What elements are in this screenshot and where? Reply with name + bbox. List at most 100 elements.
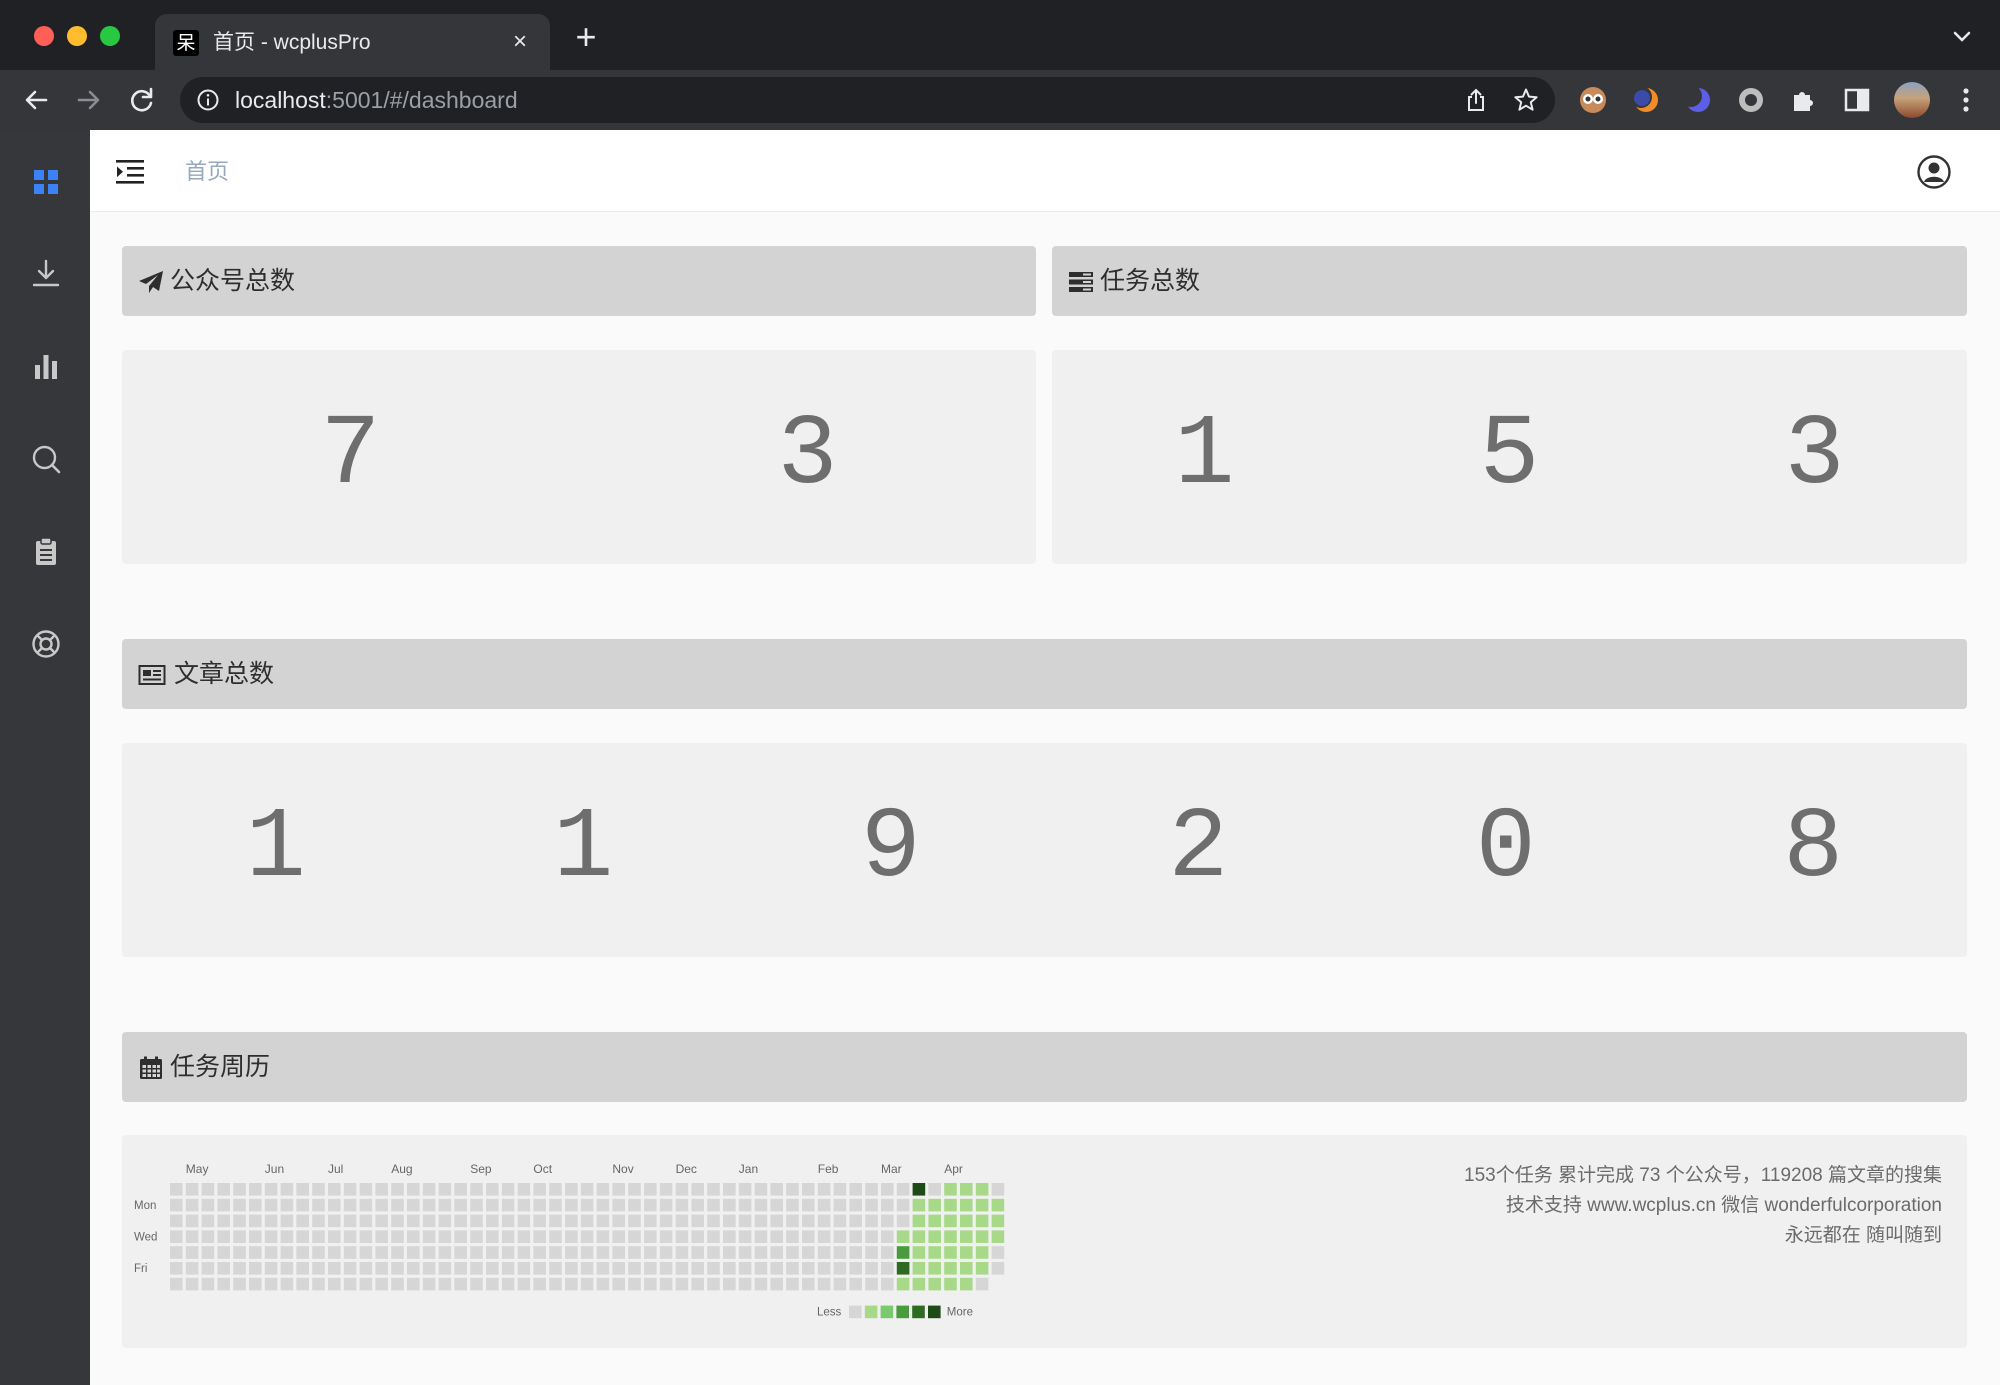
heatmap-day-cell[interactable] (896, 1246, 910, 1259)
heatmap-day-cell[interactable] (264, 1183, 278, 1196)
heatmap-day-cell[interactable] (185, 1214, 199, 1228)
heatmap-day-cell[interactable] (470, 1230, 483, 1243)
heatmap-day-cell[interactable] (201, 1246, 215, 1259)
heatmap-day-cell[interactable] (233, 1277, 246, 1291)
heatmap-day-cell[interactable] (596, 1183, 610, 1196)
heatmap-day-cell[interactable] (928, 1262, 941, 1275)
reload-icon[interactable] (126, 84, 158, 116)
heatmap-day-cell[interactable] (802, 1277, 815, 1291)
heatmap-day-cell[interactable] (849, 1198, 862, 1212)
heatmap-day-cell[interactable] (833, 1277, 847, 1291)
heatmap-day-cell[interactable] (328, 1214, 341, 1228)
heatmap-day-cell[interactable] (407, 1214, 420, 1228)
heatmap-day-cell[interactable] (691, 1183, 704, 1196)
heatmap-day-cell[interactable] (375, 1277, 388, 1291)
heatmap-day-cell[interactable] (343, 1277, 357, 1291)
heatmap-day-cell[interactable] (580, 1198, 594, 1212)
heatmap-day-cell[interactable] (865, 1230, 878, 1243)
heatmap-day-cell[interactable] (549, 1214, 562, 1228)
browser-menu-icon[interactable] (1950, 84, 1982, 116)
heatmap-day-cell[interactable] (470, 1198, 483, 1212)
heatmap-day-cell[interactable] (280, 1262, 294, 1275)
heatmap-day-cell[interactable] (659, 1246, 673, 1259)
heatmap-day-cell[interactable] (644, 1262, 657, 1275)
heatmap-day-cell[interactable] (296, 1277, 309, 1291)
heatmap-day-cell[interactable] (375, 1246, 388, 1259)
heatmap-day-cell[interactable] (312, 1230, 325, 1243)
heatmap-day-cell[interactable] (991, 1198, 1005, 1212)
heatmap-day-cell[interactable] (565, 1214, 578, 1228)
heatmap-day-cell[interactable] (170, 1277, 183, 1291)
heatmap-day-cell[interactable] (391, 1198, 404, 1212)
heatmap-day-cell[interactable] (233, 1198, 246, 1212)
heatmap-day-cell[interactable] (754, 1230, 768, 1243)
heatmap-day-cell[interactable] (596, 1230, 610, 1243)
heatmap-day-cell[interactable] (644, 1230, 657, 1243)
heatmap-day-cell[interactable] (517, 1183, 531, 1196)
heatmap-day-cell[interactable] (501, 1277, 515, 1291)
heatmap-day-cell[interactable] (612, 1277, 625, 1291)
heatmap-day-cell[interactable] (691, 1230, 704, 1243)
heatmap-day-cell[interactable] (407, 1230, 420, 1243)
heatmap-day-cell[interactable] (233, 1230, 246, 1243)
heatmap-day-cell[interactable] (960, 1246, 973, 1259)
heatmap-day-cell[interactable] (296, 1246, 309, 1259)
heatmap-day-cell[interactable] (833, 1262, 847, 1275)
heatmap-day-cell[interactable] (185, 1277, 199, 1291)
heatmap-day-cell[interactable] (549, 1198, 562, 1212)
heatmap-day-cell[interactable] (185, 1198, 199, 1212)
heatmap-day-cell[interactable] (170, 1183, 183, 1196)
heatmap-day-cell[interactable] (549, 1230, 562, 1243)
heatmap-day-cell[interactable] (896, 1277, 910, 1291)
minimize-window-button[interactable] (67, 26, 87, 46)
heatmap-day-cell[interactable] (312, 1183, 325, 1196)
heatmap-day-cell[interactable] (960, 1262, 973, 1275)
heatmap-day-cell[interactable] (991, 1230, 1005, 1243)
heatmap-day-cell[interactable] (628, 1230, 641, 1243)
heatmap-day-cell[interactable] (865, 1246, 878, 1259)
heatmap-day-cell[interactable] (612, 1262, 625, 1275)
heatmap-day-cell[interactable] (249, 1230, 262, 1243)
heatmap-day-cell[interactable] (407, 1183, 420, 1196)
heatmap-day-cell[interactable] (533, 1246, 546, 1259)
heatmap-day-cell[interactable] (738, 1183, 752, 1196)
heatmap-day-cell[interactable] (565, 1230, 578, 1243)
heatmap-day-cell[interactable] (501, 1262, 515, 1275)
sidebar-item-statistics[interactable] (28, 349, 64, 385)
heatmap-day-cell[interactable] (596, 1198, 610, 1212)
heatmap-day-cell[interactable] (280, 1230, 294, 1243)
heatmap-day-cell[interactable] (786, 1277, 799, 1291)
heatmap-day-cell[interactable] (644, 1277, 657, 1291)
heatmap-day-cell[interactable] (881, 1230, 894, 1243)
heatmap-day-cell[interactable] (391, 1230, 404, 1243)
heatmap-day-cell[interactable] (770, 1198, 783, 1212)
heatmap-day-cell[interactable] (991, 1214, 1005, 1228)
heatmap-day-cell[interactable] (343, 1246, 357, 1259)
heatmap-day-cell[interactable] (628, 1246, 641, 1259)
heatmap-day-cell[interactable] (359, 1262, 373, 1275)
heatmap-day-cell[interactable] (865, 1277, 878, 1291)
profile-avatar[interactable] (1894, 82, 1930, 118)
heatmap-day-cell[interactable] (233, 1183, 246, 1196)
heatmap-day-cell[interactable] (533, 1230, 546, 1243)
heatmap-day-cell[interactable] (486, 1277, 499, 1291)
heatmap-day-cell[interactable] (454, 1214, 467, 1228)
heatmap-day-cell[interactable] (628, 1214, 641, 1228)
url-text[interactable]: localhost:5001/#/dashboard (235, 86, 518, 114)
heatmap-day-cell[interactable] (454, 1277, 467, 1291)
heatmap-day-cell[interactable] (201, 1183, 215, 1196)
heatmap-day-cell[interactable] (802, 1214, 815, 1228)
heatmap-day-cell[interactable] (738, 1277, 752, 1291)
heatmap-day-cell[interactable] (580, 1277, 594, 1291)
heatmap-day-cell[interactable] (723, 1183, 736, 1196)
heatmap-day-cell[interactable] (438, 1214, 452, 1228)
breadcrumb[interactable]: 首页 (185, 157, 229, 187)
heatmap-day-cell[interactable] (802, 1198, 815, 1212)
heatmap-day-cell[interactable] (249, 1246, 262, 1259)
heatmap-day-cell[interactable] (896, 1262, 910, 1275)
heatmap-day-cell[interactable] (233, 1246, 246, 1259)
heatmap-day-cell[interactable] (802, 1246, 815, 1259)
heatmap-day-cell[interactable] (786, 1198, 799, 1212)
heatmap-day-cell[interactable] (944, 1183, 957, 1196)
user-account-icon[interactable] (1916, 154, 1952, 190)
